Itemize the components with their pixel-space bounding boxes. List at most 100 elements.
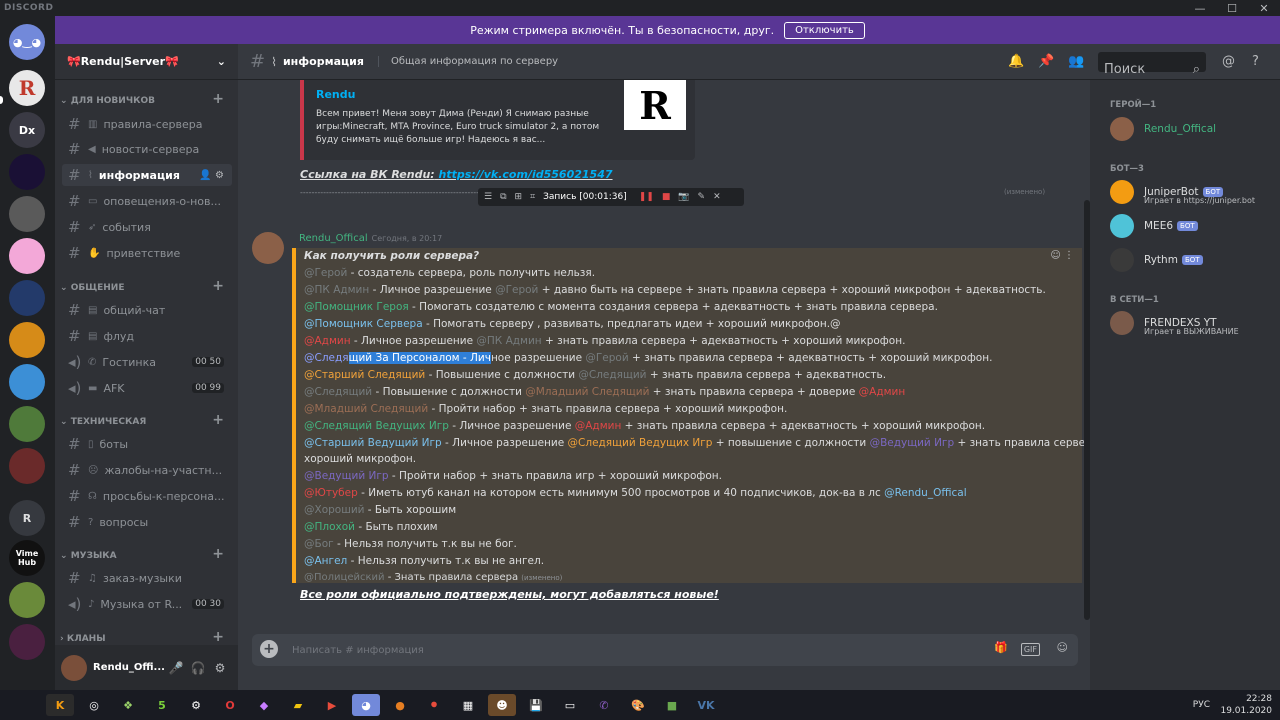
channel-music-order[interactable]: # ♫ заказ-музыки bbox=[62, 567, 232, 589]
member-item[interactable]: Rythm БОТ bbox=[1110, 248, 1203, 272]
upload-plus-icon[interactable]: + bbox=[260, 640, 278, 658]
category-music[interactable]: ⌄ МУЗЫКА + bbox=[55, 546, 238, 564]
member-item[interactable]: MEE6 БОТ bbox=[1110, 214, 1198, 238]
member-item[interactable]: Rendu_Offical bbox=[1110, 117, 1216, 141]
gif-icon[interactable]: GIF bbox=[1020, 643, 1040, 656]
members-icon[interactable]: 👥 bbox=[1068, 54, 1084, 69]
headphones-icon[interactable]: 🎧 bbox=[187, 661, 209, 675]
channel-complaints[interactable]: # ☹ жалобы-на-участн... bbox=[62, 459, 232, 481]
app-icon[interactable]: ◆ bbox=[250, 694, 278, 716]
pencil-icon[interactable]: ✎ bbox=[698, 192, 706, 202]
server-icon[interactable] bbox=[9, 280, 45, 316]
category-general[interactable]: ⌄ ОБЩЕНИЕ + bbox=[55, 278, 238, 296]
minimize-button[interactable]: — bbox=[1184, 0, 1216, 16]
close-button[interactable]: ✕ bbox=[1248, 0, 1280, 16]
server-icon[interactable] bbox=[9, 322, 45, 358]
minecraft-icon[interactable]: ■ bbox=[658, 694, 686, 716]
channel-info[interactable]: # ⌇ информация 👤 ⚙ bbox=[62, 164, 232, 186]
help-icon[interactable]: ? bbox=[1252, 54, 1259, 69]
gift-icon[interactable]: 🎁 bbox=[994, 641, 1008, 654]
message-author[interactable]: Rendu_Offical bbox=[299, 233, 368, 244]
message-actions[interactable]: ☺ ⋮ bbox=[1050, 250, 1074, 261]
pause-icon[interactable]: ❚❚ bbox=[639, 192, 654, 202]
voice-channel-afk[interactable]: ◂) ▬ AFK 00 99 bbox=[62, 377, 232, 399]
member-item[interactable]: FRENDEXS YT Играет в ВЫЖИВАНИЕ bbox=[1110, 311, 1239, 336]
voice-channel-lounge[interactable]: ◂) ✆ Гостинка 00 50 bbox=[62, 351, 232, 373]
channel-news[interactable]: # ◀ новости-сервера bbox=[62, 138, 232, 160]
vk-icon[interactable]: VK bbox=[692, 694, 720, 716]
voice-channel-music[interactable]: ◂) ♪ Музыка от R... 00 30 bbox=[62, 593, 232, 615]
channel-bots[interactable]: # ▯ боты bbox=[62, 433, 232, 455]
channel-alerts[interactable]: # ▭ оповещения-о-нов... bbox=[62, 190, 232, 212]
member-item[interactable]: JuniperBot БОТ Играет в https://juniper.… bbox=[1110, 180, 1255, 205]
pin-icon[interactable]: 📌 bbox=[1038, 54, 1054, 69]
bell-icon[interactable]: 🔔 bbox=[1008, 54, 1024, 69]
server-icon-r[interactable]: R bbox=[9, 500, 45, 536]
add-channel-icon[interactable]: + bbox=[212, 278, 224, 294]
add-channel-icon[interactable]: + bbox=[212, 546, 224, 562]
menu-icon[interactable]: ☰ bbox=[484, 192, 492, 202]
channel-rules[interactable]: # ▥ правила-сервера bbox=[62, 113, 232, 135]
gear-icon[interactable]: ⚙ bbox=[209, 661, 231, 675]
viber-icon[interactable]: ✆ bbox=[590, 694, 618, 716]
server-icon[interactable] bbox=[9, 196, 45, 232]
message-input[interactable]: + Написать # информация 🎁 GIF ☺ bbox=[252, 634, 1078, 666]
embed-author[interactable]: Rendu bbox=[316, 88, 355, 101]
server-icon[interactable] bbox=[9, 448, 45, 484]
category-newbies[interactable]: ⌄ ДЛЯ НОВИЧКОВ + bbox=[55, 91, 238, 109]
server-icon-rendu[interactable]: R bbox=[9, 70, 45, 106]
channel-events[interactable]: # ➶ события bbox=[62, 216, 232, 238]
app-icon[interactable]: ▶ bbox=[318, 694, 346, 716]
search-input[interactable]: Поиск ⌕ bbox=[1098, 52, 1206, 77]
opera-icon[interactable]: O bbox=[216, 694, 244, 716]
save-icon[interactable]: 💾 bbox=[522, 694, 550, 716]
maximize-button[interactable]: ☐ bbox=[1216, 0, 1248, 16]
add-channel-icon[interactable]: + bbox=[212, 412, 224, 428]
channel-welcome[interactable]: # ✋ приветствие bbox=[62, 242, 232, 264]
add-channel-icon[interactable]: + bbox=[212, 629, 224, 645]
home-button[interactable]: ◕‿◕ bbox=[9, 24, 45, 60]
channel-flood[interactable]: # ▤ флуд bbox=[62, 325, 232, 347]
server-icon[interactable] bbox=[9, 238, 45, 274]
app-icon[interactable]: ❖ bbox=[114, 694, 142, 716]
server-icon[interactable] bbox=[9, 582, 45, 618]
paint-icon[interactable]: 🎨 bbox=[624, 694, 652, 716]
crop-icon[interactable]: ⌗ bbox=[530, 192, 535, 202]
server-header[interactable]: 🎀Rendu|Server🎀 ⌄ bbox=[55, 44, 238, 80]
close-icon[interactable]: ✕ bbox=[713, 192, 721, 202]
avatar[interactable] bbox=[252, 232, 284, 264]
mention-icon[interactable]: @ bbox=[1222, 54, 1235, 69]
server-icon[interactable]: Dx bbox=[9, 112, 45, 148]
emoji-icon[interactable]: ☺ bbox=[1057, 641, 1068, 654]
server-icon[interactable] bbox=[9, 364, 45, 400]
app-icon[interactable]: ● bbox=[386, 694, 414, 716]
folder-icon[interactable]: ▰ bbox=[284, 694, 312, 716]
add-channel-icon[interactable]: + bbox=[212, 91, 224, 107]
language-indicator[interactable]: РУС bbox=[1193, 699, 1210, 711]
channel-general-chat[interactable]: # ▤ общий-чат bbox=[62, 299, 232, 321]
record-icon[interactable]: ⏺ bbox=[420, 694, 448, 716]
steam-icon[interactable]: ⚙ bbox=[182, 694, 210, 716]
app-icon[interactable]: ☻ bbox=[488, 694, 516, 716]
terminal-icon[interactable]: ▭ bbox=[556, 694, 584, 716]
app-icon[interactable]: 5 bbox=[148, 694, 176, 716]
avatar[interactable] bbox=[61, 654, 87, 681]
channel-questions[interactable]: #? вопросы bbox=[62, 511, 232, 533]
obs-icon[interactable]: ◎ bbox=[80, 694, 108, 716]
microphone-icon[interactable]: 🎤 bbox=[165, 661, 187, 675]
camera-icon[interactable]: 📷 bbox=[678, 192, 689, 202]
app-icon[interactable]: ▦ bbox=[454, 694, 482, 716]
region-icon[interactable]: ⊞ bbox=[515, 192, 523, 202]
discord-icon[interactable]: ◕ bbox=[352, 694, 380, 716]
category-tech[interactable]: ⌄ ТЕХНИЧЕСКАЯ + bbox=[55, 412, 238, 430]
window-icon[interactable]: ⧉ bbox=[500, 192, 506, 202]
channel-settings-icons[interactable]: 👤 ⚙ bbox=[199, 170, 224, 181]
server-icon[interactable] bbox=[9, 154, 45, 190]
disable-streamer-mode-button[interactable]: Отключить bbox=[784, 21, 865, 39]
vk-link[interactable]: https://vk.com/id556021547 bbox=[439, 168, 613, 181]
server-icon-vimehub[interactable]: Vime Hub bbox=[9, 540, 45, 576]
channel-requests[interactable]: # ☊ просьбы-к-персона... bbox=[62, 485, 232, 507]
app-icon[interactable]: K bbox=[46, 694, 74, 716]
embed-thumbnail[interactable]: R bbox=[624, 80, 686, 130]
server-icon[interactable] bbox=[9, 406, 45, 442]
